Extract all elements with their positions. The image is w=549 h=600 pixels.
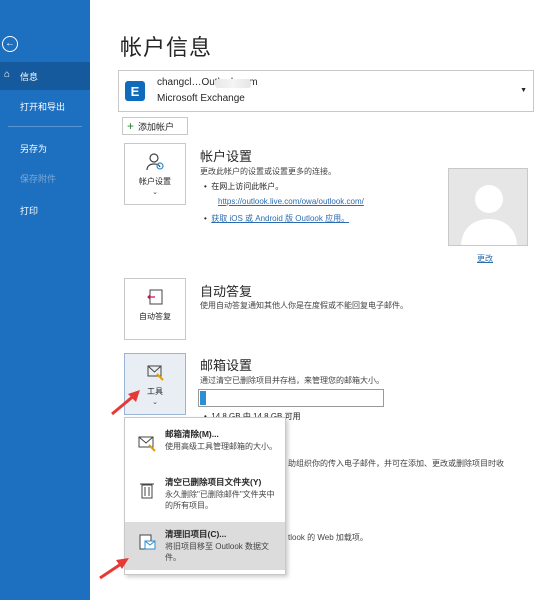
menu-item-title: 清空已删除项目文件夹(Y)	[165, 477, 262, 487]
sidebar-item-save-as[interactable]: 另存为	[0, 134, 90, 162]
mailbox-settings-desc: 通过清空已删除项目并存档，来管理您的邮箱大小。	[200, 376, 384, 385]
bullet-text: 在网上访问此帐户。	[211, 182, 284, 191]
mailbox-tools-icon	[125, 362, 185, 385]
mailbox-settings-title: 邮箱设置	[200, 358, 253, 373]
add-account-label: 添加帐户	[138, 121, 175, 132]
plus-icon: +	[127, 119, 135, 133]
sidebar-item-label: 信息	[20, 71, 39, 82]
menu-item-cleanup-old-items[interactable]: 清理旧项目(C)... 将旧项目移至 Outlook 数据文件。	[125, 522, 285, 570]
addins-desc-partial: tlook 的 Web 加载项。	[288, 533, 368, 542]
annotation-arrow-1	[111, 390, 140, 416]
rules-desc-partial: 助组织你的传入电子邮件，并可在添加、更改或删除项目时收	[288, 459, 504, 468]
sidebar-item-label: 打印	[20, 205, 39, 216]
sidebar-item-label: 另存为	[20, 143, 48, 154]
add-account-button[interactable]: + 添加帐户	[122, 117, 188, 135]
mailbox-quota-bar	[198, 389, 384, 407]
mailbox-cleanup-icon	[137, 432, 157, 452]
owa-link-text[interactable]: https://outlook.live.com/owa/outlook.com…	[218, 197, 364, 206]
menu-item-desc: 永久删除"已删除邮件"文件夹中的所有项目。	[165, 490, 275, 510]
account-settings-title: 帐户设置	[200, 149, 253, 164]
menu-item-mailbox-cleanup[interactable]: 邮箱清除(M)... 使用高级工具管理邮箱的大小。	[125, 422, 285, 470]
tools-dropdown-menu: 邮箱清除(M)... 使用高级工具管理邮箱的大小。 清空已删除项目文件夹(Y) …	[124, 417, 286, 575]
menu-item-title: 清理旧项目(C)...	[165, 529, 227, 539]
sidebar-item-label: 保存附件	[20, 173, 57, 184]
user-settings-icon	[125, 152, 185, 175]
chevron-down-icon: ⌄	[152, 189, 158, 196]
account-selector[interactable]: E changcl…Outlook.com Microsoft Exchange…	[118, 70, 534, 112]
sidebar-item-open-export[interactable]: 打开和导出	[0, 92, 90, 120]
sidebar-item-save-attachments: 保存附件	[0, 164, 90, 192]
exchange-icon: E	[125, 81, 145, 101]
sidebar-item-label: 打开和导出	[20, 101, 66, 112]
tile-label: 帐户设置	[139, 177, 171, 186]
account-settings-tile[interactable]: 帐户设置 ⌄	[124, 143, 186, 205]
menu-item-title: 邮箱清除(M)...	[165, 429, 219, 439]
menu-item-desc: 使用高级工具管理邮箱的大小。	[165, 442, 277, 451]
archive-icon	[137, 532, 157, 552]
account-settings-desc: 更改此帐户的设置或设置更多的连接。	[200, 167, 336, 176]
mobile-app-link[interactable]: 获取 iOS 或 Android 版 Outlook 应用。	[211, 214, 349, 223]
avatar	[448, 168, 528, 246]
backstage-sidebar: ← ⌂ 信息 打开和导出 另存为 保存附件 打印	[0, 0, 90, 600]
quota-bar-fill	[200, 391, 206, 405]
bullet-mobile-app: • 获取 iOS 或 Android 版 Outlook 应用。	[204, 214, 350, 223]
owa-link[interactable]: https://outlook.live.com/owa/outlook.com…	[218, 197, 364, 206]
auto-reply-desc: 使用自动答复通知其他人你是在度假或不能回复电子邮件。	[200, 301, 408, 310]
change-avatar-link[interactable]: 更改	[477, 253, 493, 264]
account-type: Microsoft Exchange	[157, 93, 245, 104]
menu-item-empty-deleted[interactable]: 清空已删除项目文件夹(Y) 永久删除"已删除邮件"文件夹中的所有项目。	[125, 470, 285, 518]
bullet-web-access: • 在网上访问此帐户。	[204, 182, 284, 191]
trash-icon	[137, 480, 157, 500]
auto-reply-title: 自动答复	[200, 284, 253, 299]
page-title: 帐户信息	[120, 35, 213, 60]
sidebar-item-print[interactable]: 打印	[0, 196, 90, 224]
redacted-email-blur	[215, 79, 251, 88]
tile-label: 自动答复	[139, 312, 171, 321]
auto-reply-tile[interactable]: 自动答复	[124, 278, 186, 340]
home-icon: ⌂	[4, 69, 11, 80]
auto-reply-icon	[125, 287, 185, 310]
change-avatar-label[interactable]: 更改	[477, 254, 493, 263]
menu-item-desc: 将旧项目移至 Outlook 数据文件。	[165, 542, 270, 562]
chevron-down-icon[interactable]: ▼	[520, 87, 527, 94]
sidebar-item-info[interactable]: ⌂ 信息	[0, 62, 90, 90]
back-arrow-icon[interactable]: ←	[2, 36, 18, 52]
annotation-arrow-2	[99, 558, 129, 580]
sidebar-divider	[8, 126, 82, 127]
